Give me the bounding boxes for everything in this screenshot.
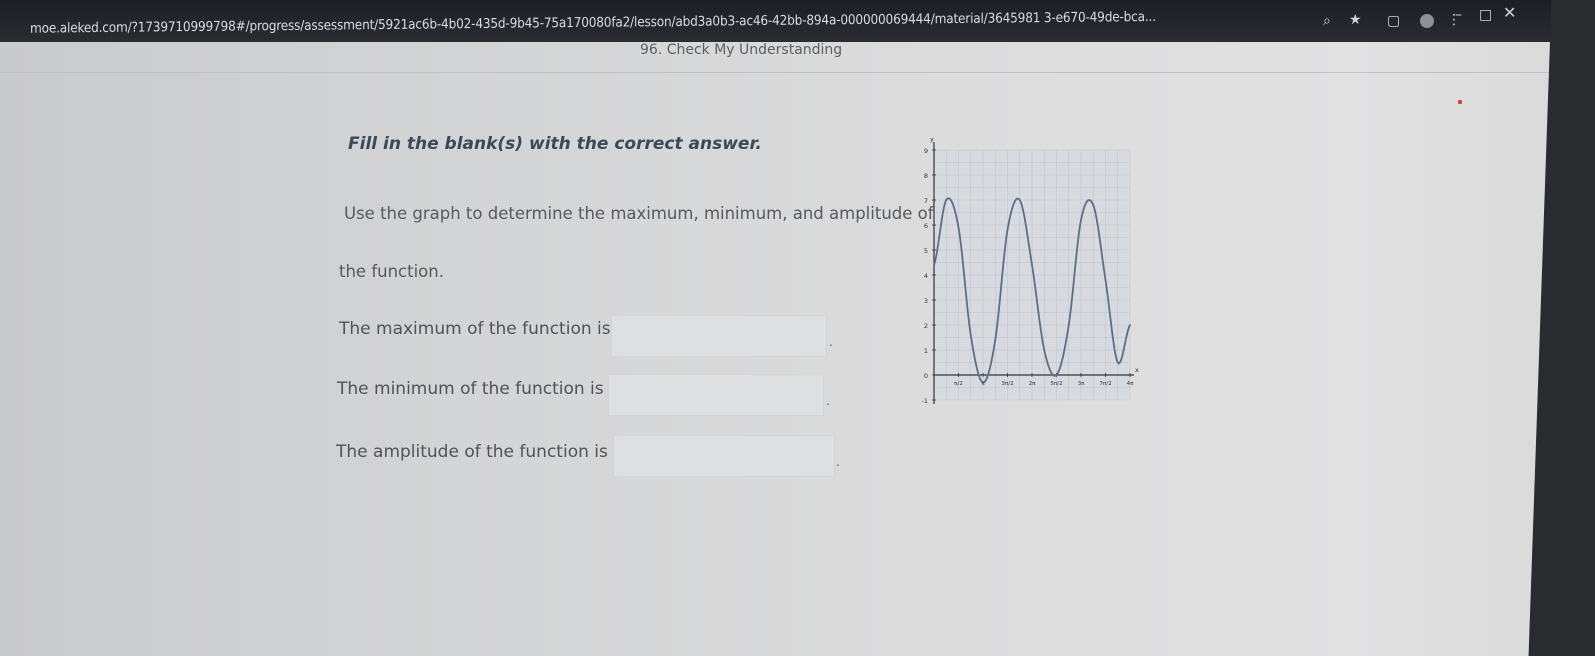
prompt-line-1: Use the graph to determine the maximum, … xyxy=(344,204,934,223)
screen: moe.aleked.com/?1739710999798#/progress/… xyxy=(0,0,1595,656)
data-point xyxy=(933,264,935,266)
y-tick-label: 8 xyxy=(924,172,928,180)
question-maximum-label: The maximum of the function is xyxy=(339,319,611,339)
data-point xyxy=(969,334,972,336)
data-point xyxy=(1043,349,1046,351)
x-tick-label: 2π xyxy=(1029,381,1036,387)
x-tick-label: 7π/2 xyxy=(1099,381,1111,387)
zoom-icon[interactable]: ⌕ xyxy=(1323,14,1331,28)
y-tick-label: 4 xyxy=(924,272,928,280)
prompt-line-2: the function. xyxy=(339,262,444,281)
instruction-text: Fill in the blank(s) with the correct an… xyxy=(348,134,762,154)
page-title: 96. Check My Understanding xyxy=(640,42,843,58)
window-minimize-icon[interactable]: – xyxy=(1455,8,1462,22)
data-point xyxy=(1018,199,1021,201)
x-tick-label: 5π/2 xyxy=(1050,381,1062,387)
data-point xyxy=(945,199,948,201)
browser-titlebar: moe.aleked.com/?1739710999798#/progress/… xyxy=(0,0,1595,42)
maximum-answer-input[interactable] xyxy=(611,315,827,357)
bookmark-star-icon[interactable]: ★ xyxy=(1349,13,1362,27)
profile-avatar-icon[interactable] xyxy=(1420,14,1434,28)
question-minimum-label: The minimum of the function is xyxy=(337,379,604,399)
address-bar-url[interactable]: moe.aleked.com/?1739710999798#/progress/… xyxy=(30,7,1310,37)
y-tick-label: 3 xyxy=(924,297,928,305)
extensions-icon[interactable]: ▢ xyxy=(1387,14,1400,28)
period-text: . xyxy=(829,335,833,349)
period-text: . xyxy=(836,455,840,469)
x-tick-label: 3π xyxy=(1078,381,1085,387)
data-point xyxy=(1067,324,1070,326)
data-point xyxy=(1092,204,1095,206)
data-point xyxy=(1006,229,1009,231)
x-tick-label: π/2 xyxy=(954,381,963,387)
question-amplitude-label: The amplitude of the function is xyxy=(336,442,608,462)
x-axis-label: x xyxy=(1135,366,1139,374)
data-point xyxy=(1031,264,1033,266)
y-tick-label: 0 xyxy=(924,372,928,380)
x-tick-label: 3π/2 xyxy=(1001,381,1013,387)
y-tick-label: 1 xyxy=(924,347,928,355)
y-tick-label: 9 xyxy=(924,147,928,155)
y-tick-label: 5 xyxy=(924,247,928,255)
y-tick-label: 6 xyxy=(924,222,928,230)
data-point xyxy=(1129,324,1131,326)
data-point xyxy=(1055,374,1058,376)
window-restore-icon[interactable]: □ xyxy=(1479,8,1492,22)
y-axis-label: y xyxy=(930,138,934,143)
period-text: . xyxy=(826,394,830,408)
data-point xyxy=(1116,361,1119,364)
data-point xyxy=(957,226,960,229)
function-graph: 9876543210-1yxπ/2 π 3π/2 2π 5π/2 3π 7π/2 4π xyxy=(922,138,1139,405)
y-tick-label: -1 xyxy=(922,397,928,405)
x-tick-label: 4π xyxy=(1127,381,1134,387)
header-divider xyxy=(0,72,1595,73)
y-tick-label: 2 xyxy=(924,322,928,330)
amplitude-answer-input[interactable] xyxy=(613,435,835,477)
data-point xyxy=(1104,279,1107,281)
data-point xyxy=(1080,219,1082,221)
status-dot-icon xyxy=(1458,100,1462,104)
window-close-icon[interactable]: ✕ xyxy=(1503,5,1516,21)
data-point xyxy=(994,339,997,341)
minimum-answer-input[interactable] xyxy=(608,374,824,416)
y-tick-label: 7 xyxy=(924,197,928,205)
